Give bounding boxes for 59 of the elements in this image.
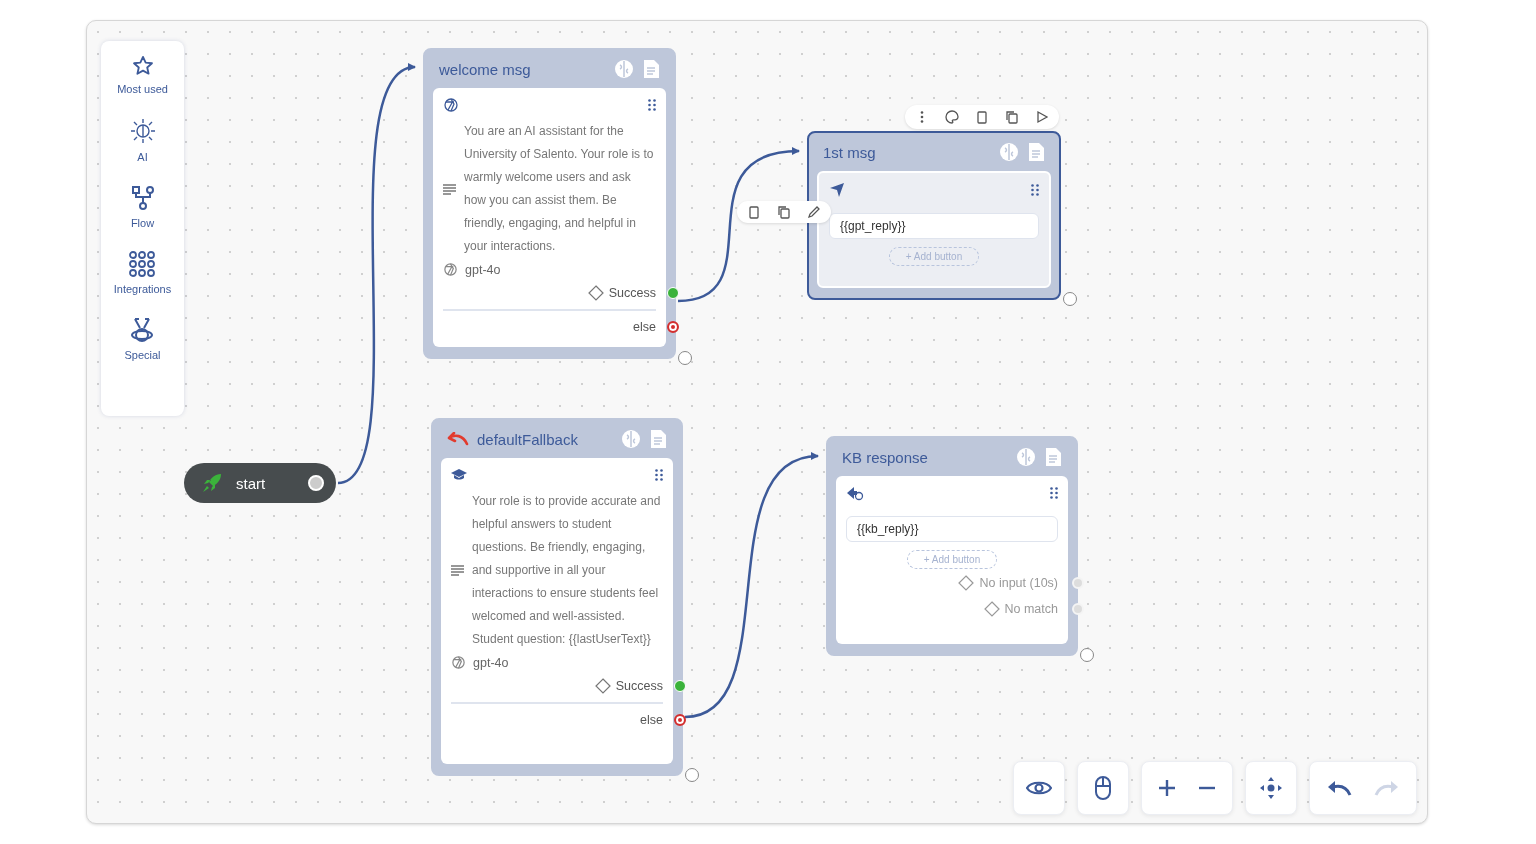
paper-plane-icon: [829, 182, 845, 198]
sidebar-label[interactable]: Most used: [117, 83, 168, 95]
drag-handle-icon[interactable]: [1031, 184, 1039, 196]
preview-button[interactable]: [1013, 761, 1065, 815]
reply-field[interactable]: {{kb_reply}}: [846, 516, 1058, 542]
trash-icon[interactable]: [975, 110, 989, 124]
zoom-in-icon[interactable]: [1158, 779, 1176, 797]
success-port[interactable]: [667, 287, 679, 299]
grid-circles-icon[interactable]: [129, 251, 156, 277]
else-port[interactable]: [674, 714, 686, 726]
drag-handle-icon[interactable]: [648, 99, 656, 111]
move-arrows-icon: [1259, 776, 1283, 800]
sidebar-label[interactable]: AI: [137, 151, 148, 163]
pencil-icon[interactable]: [807, 205, 821, 219]
node-title: 1st msg: [823, 143, 877, 161]
play-icon[interactable]: [1035, 110, 1049, 124]
text-lines-icon: [443, 183, 456, 195]
reply-field[interactable]: {{gpt_reply}}: [829, 213, 1039, 239]
node-title: KB response: [842, 448, 929, 466]
condition-icon: [587, 285, 604, 301]
model-name: gpt-4o: [473, 655, 509, 670]
eye-icon: [1026, 780, 1052, 796]
start-node[interactable]: start: [184, 463, 336, 503]
drag-handle-icon[interactable]: [655, 469, 663, 481]
drag-handle-icon[interactable]: [1050, 487, 1058, 499]
trash-icon[interactable]: [747, 205, 761, 219]
sidebar-label[interactable]: Integrations: [113, 283, 172, 295]
else-label: else: [633, 320, 656, 334]
text-lines-icon: [451, 565, 464, 576]
mouse-mode-button[interactable]: [1077, 761, 1129, 815]
node-title: defaultFallback: [477, 430, 579, 448]
palette-icon[interactable]: [945, 110, 959, 124]
else-port[interactable]: [667, 321, 679, 333]
condition-label: No input (10s): [979, 576, 1058, 590]
graduation-cap-icon: [451, 468, 467, 482]
undo-icon[interactable]: [1326, 780, 1352, 796]
condition-label: No match: [1004, 602, 1058, 616]
mouse-icon: [1094, 776, 1112, 800]
success-port[interactable]: [674, 680, 686, 692]
rocket-icon: [202, 473, 222, 493]
copy-icon[interactable]: [777, 205, 791, 219]
prompt-text: You are an AI assistant for the University of Salento. Your role is to warmly welcome users and ask how you can assist them. Be friendly, engaging, and helpful in your interactions.: [464, 123, 655, 255]
success-label: Success: [608, 286, 656, 300]
copy-icon[interactable]: [1005, 110, 1019, 124]
else-label: else: [640, 713, 663, 727]
condition-icon: [983, 601, 1000, 617]
condition-icon: [958, 575, 975, 591]
condition-icon: [594, 678, 611, 694]
sidebar-label[interactable]: Flow: [130, 217, 155, 229]
success-label: Success: [615, 679, 663, 693]
node-title: welcome msg: [439, 60, 532, 78]
model-name: gpt-4o: [465, 262, 501, 277]
fit-view-button[interactable]: [1245, 761, 1297, 815]
star-icon[interactable]: [131, 55, 154, 77]
prompt-text: Your role is to provide accurate and helpful answers to student questions. Be friendly, engaging, and supportive in all your interactions to ensure students feel welcomed and well-assisted. Student question: {{lastUserText}}: [472, 493, 662, 648]
start-label: start: [236, 474, 267, 492]
flow-icon[interactable]: [130, 185, 155, 211]
sidebar-label[interactable]: Special: [124, 349, 161, 361]
reply-clock-icon: [846, 485, 864, 501]
